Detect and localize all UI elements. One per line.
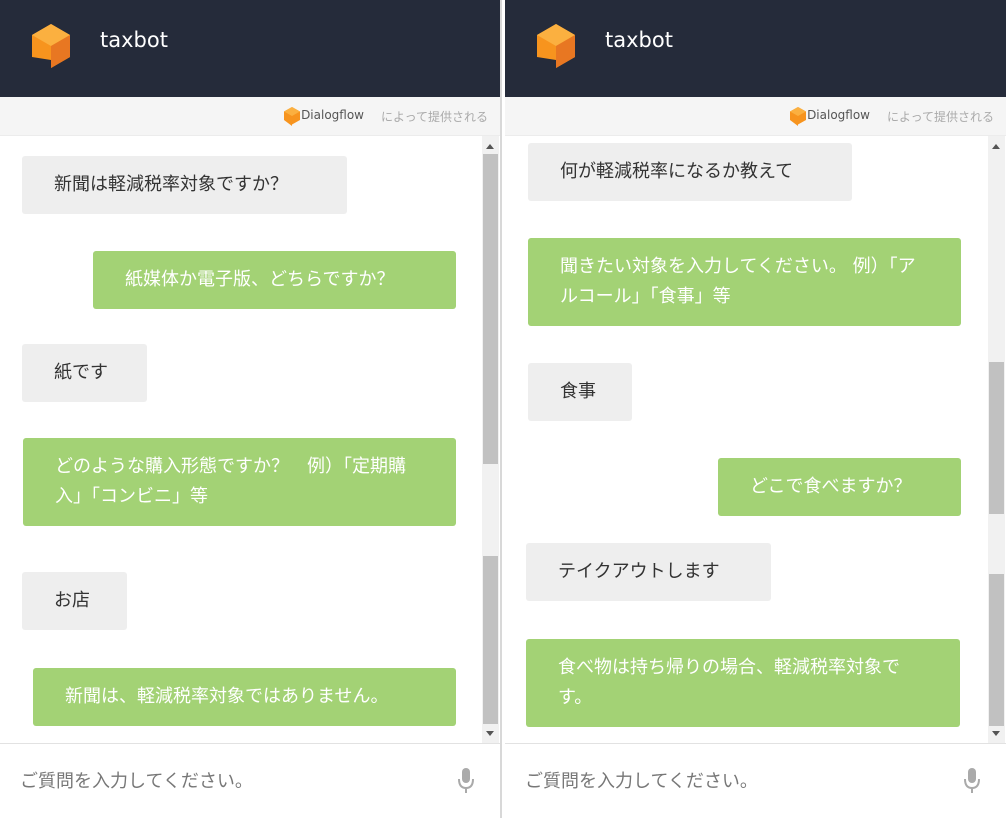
bot-message: どのような購入形態ですか？ 例）「定期購入」「コンビニ」等	[23, 438, 456, 526]
powered-by-bar: Dialogflow によって提供される	[0, 97, 500, 136]
bot-message: 新聞は、軽減税率対象ではありません。	[33, 668, 456, 726]
scroll-down-arrow-icon[interactable]	[992, 731, 1000, 736]
scrollbar-thumb[interactable]	[989, 574, 1004, 726]
scroll-down-arrow-icon[interactable]	[486, 731, 494, 736]
bot-message: どこで食べますか？	[718, 458, 961, 516]
input-bar	[0, 743, 500, 818]
powered-by-bar: Dialogflow によって提供される	[505, 97, 1006, 136]
user-message: テイクアウトします	[526, 543, 771, 601]
powered-by-text: によって提供される	[380, 110, 488, 124]
microphone-icon[interactable]	[964, 768, 980, 794]
user-message: 食事	[528, 363, 632, 421]
user-message: 何が軽減税率になるか教えて	[528, 143, 852, 201]
dialogflow-icon	[790, 107, 806, 126]
chat-scrollbar[interactable]	[482, 136, 499, 744]
dialogflow-icon	[284, 107, 300, 126]
dialogflow-brand: Dialogflow	[301, 108, 364, 122]
bot-title: taxbot	[100, 28, 168, 52]
user-message: 新聞は軽減税率対象ですか？	[22, 156, 347, 214]
bot-title: taxbot	[605, 28, 673, 52]
question-input[interactable]	[523, 762, 927, 800]
user-message: お店	[22, 572, 127, 630]
chat-header: taxbot	[0, 0, 500, 97]
scroll-up-arrow-icon[interactable]	[992, 144, 1000, 149]
scrollbar-thumb[interactable]	[483, 154, 498, 464]
microphone-icon[interactable]	[458, 768, 474, 794]
bot-message: 食べ物は持ち帰りの場合、軽減税率対象です。	[526, 639, 960, 727]
bot-message: 聞きたい対象を入力してください。 例）「アルコール」「食事」等	[528, 238, 961, 326]
user-message: 紙です	[22, 344, 147, 402]
bot-logo-icon	[32, 24, 70, 68]
input-bar	[505, 743, 1006, 818]
scroll-up-arrow-icon[interactable]	[486, 144, 494, 149]
dialogflow-brand: Dialogflow	[807, 108, 870, 122]
chat-messages[interactable]: 新聞は軽減税率対象ですか？ 紙媒体か電子版、どちらですか？ 紙です どのような購…	[0, 136, 500, 744]
bot-message: 紙媒体か電子版、どちらですか？	[93, 251, 456, 309]
powered-by-text: によって提供される	[886, 110, 994, 124]
scrollbar-thumb[interactable]	[483, 556, 498, 724]
chat-widget-right: taxbot Dialogflow によって提供される 何が軽減税率になるか教え…	[505, 0, 1006, 818]
scrollbar-thumb[interactable]	[989, 362, 1004, 514]
bot-logo-icon	[537, 24, 575, 68]
chat-scrollbar[interactable]	[988, 136, 1005, 744]
chat-messages[interactable]: 何が軽減税率になるか教えて 聞きたい対象を入力してください。 例）「アルコール」…	[505, 136, 1006, 744]
chat-header: taxbot	[505, 0, 1006, 97]
chat-widget-left: taxbot Dialogflow によって提供される 新聞は軽減税率対象ですか…	[0, 0, 500, 818]
question-input[interactable]	[18, 762, 422, 800]
